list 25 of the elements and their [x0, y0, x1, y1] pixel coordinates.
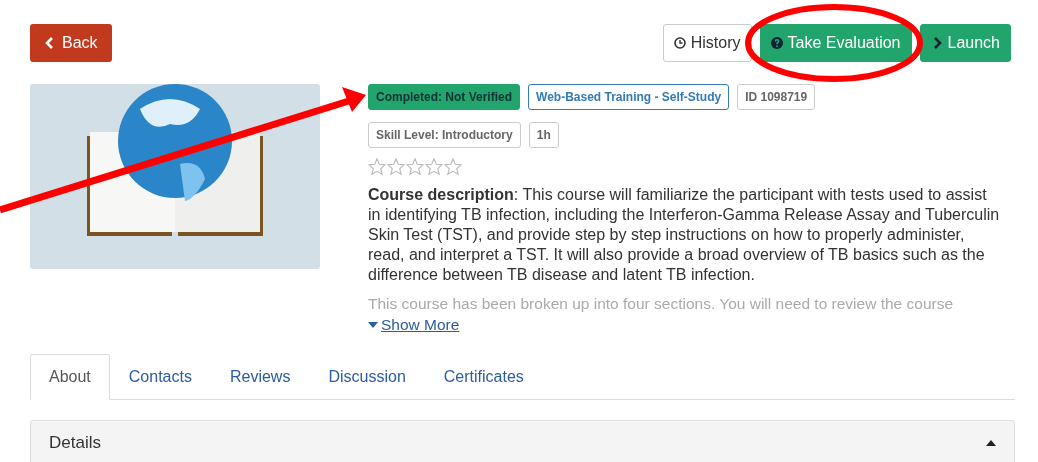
details-panel-header[interactable]: Details [30, 420, 1015, 462]
tab[interactable]: Certificates [424, 354, 543, 401]
question-icon [770, 37, 783, 49]
info-badge: ID 1098719 [737, 84, 816, 110]
star-icon [444, 158, 462, 175]
description-text: This course has been broken up into four sections. You will need to review the course [368, 295, 955, 313]
info-badge: Skill Level: Introductory [368, 122, 521, 148]
star-icon [425, 158, 443, 175]
tab[interactable]: Discussion [309, 354, 425, 401]
chevron-left-icon [44, 37, 56, 49]
clock-icon [673, 37, 686, 49]
info-badge: Web-Based Training - Self-Study [528, 84, 730, 110]
tab[interactable]: About [30, 354, 110, 401]
back-button[interactable]: Back [30, 24, 112, 62]
star-icon [368, 158, 386, 175]
tab[interactable]: Contacts [109, 354, 211, 401]
show-more-link[interactable]: Show More [368, 313, 460, 337]
course-description: Course description: This course will familiarize the participant with tests used to assist in identifying TB infection, including the Interferon-Gamma Release Assay and Tuberculin Skin Test (TST), and provide step by step instructions on how to properly administer, read, and interpret a TST. It will also provide a broad overview of TB basics such as the difference between TB disease and latent TB infection. [368, 185, 1001, 285]
star-icon [387, 158, 405, 175]
info-badge: Completed: Not Verified [368, 84, 520, 110]
action-button[interactable]: History [662, 24, 752, 62]
tab[interactable]: Reviews [210, 354, 310, 401]
info-badge: 1h [528, 122, 559, 148]
star-icon [406, 158, 424, 175]
caret-icon [368, 320, 378, 329]
